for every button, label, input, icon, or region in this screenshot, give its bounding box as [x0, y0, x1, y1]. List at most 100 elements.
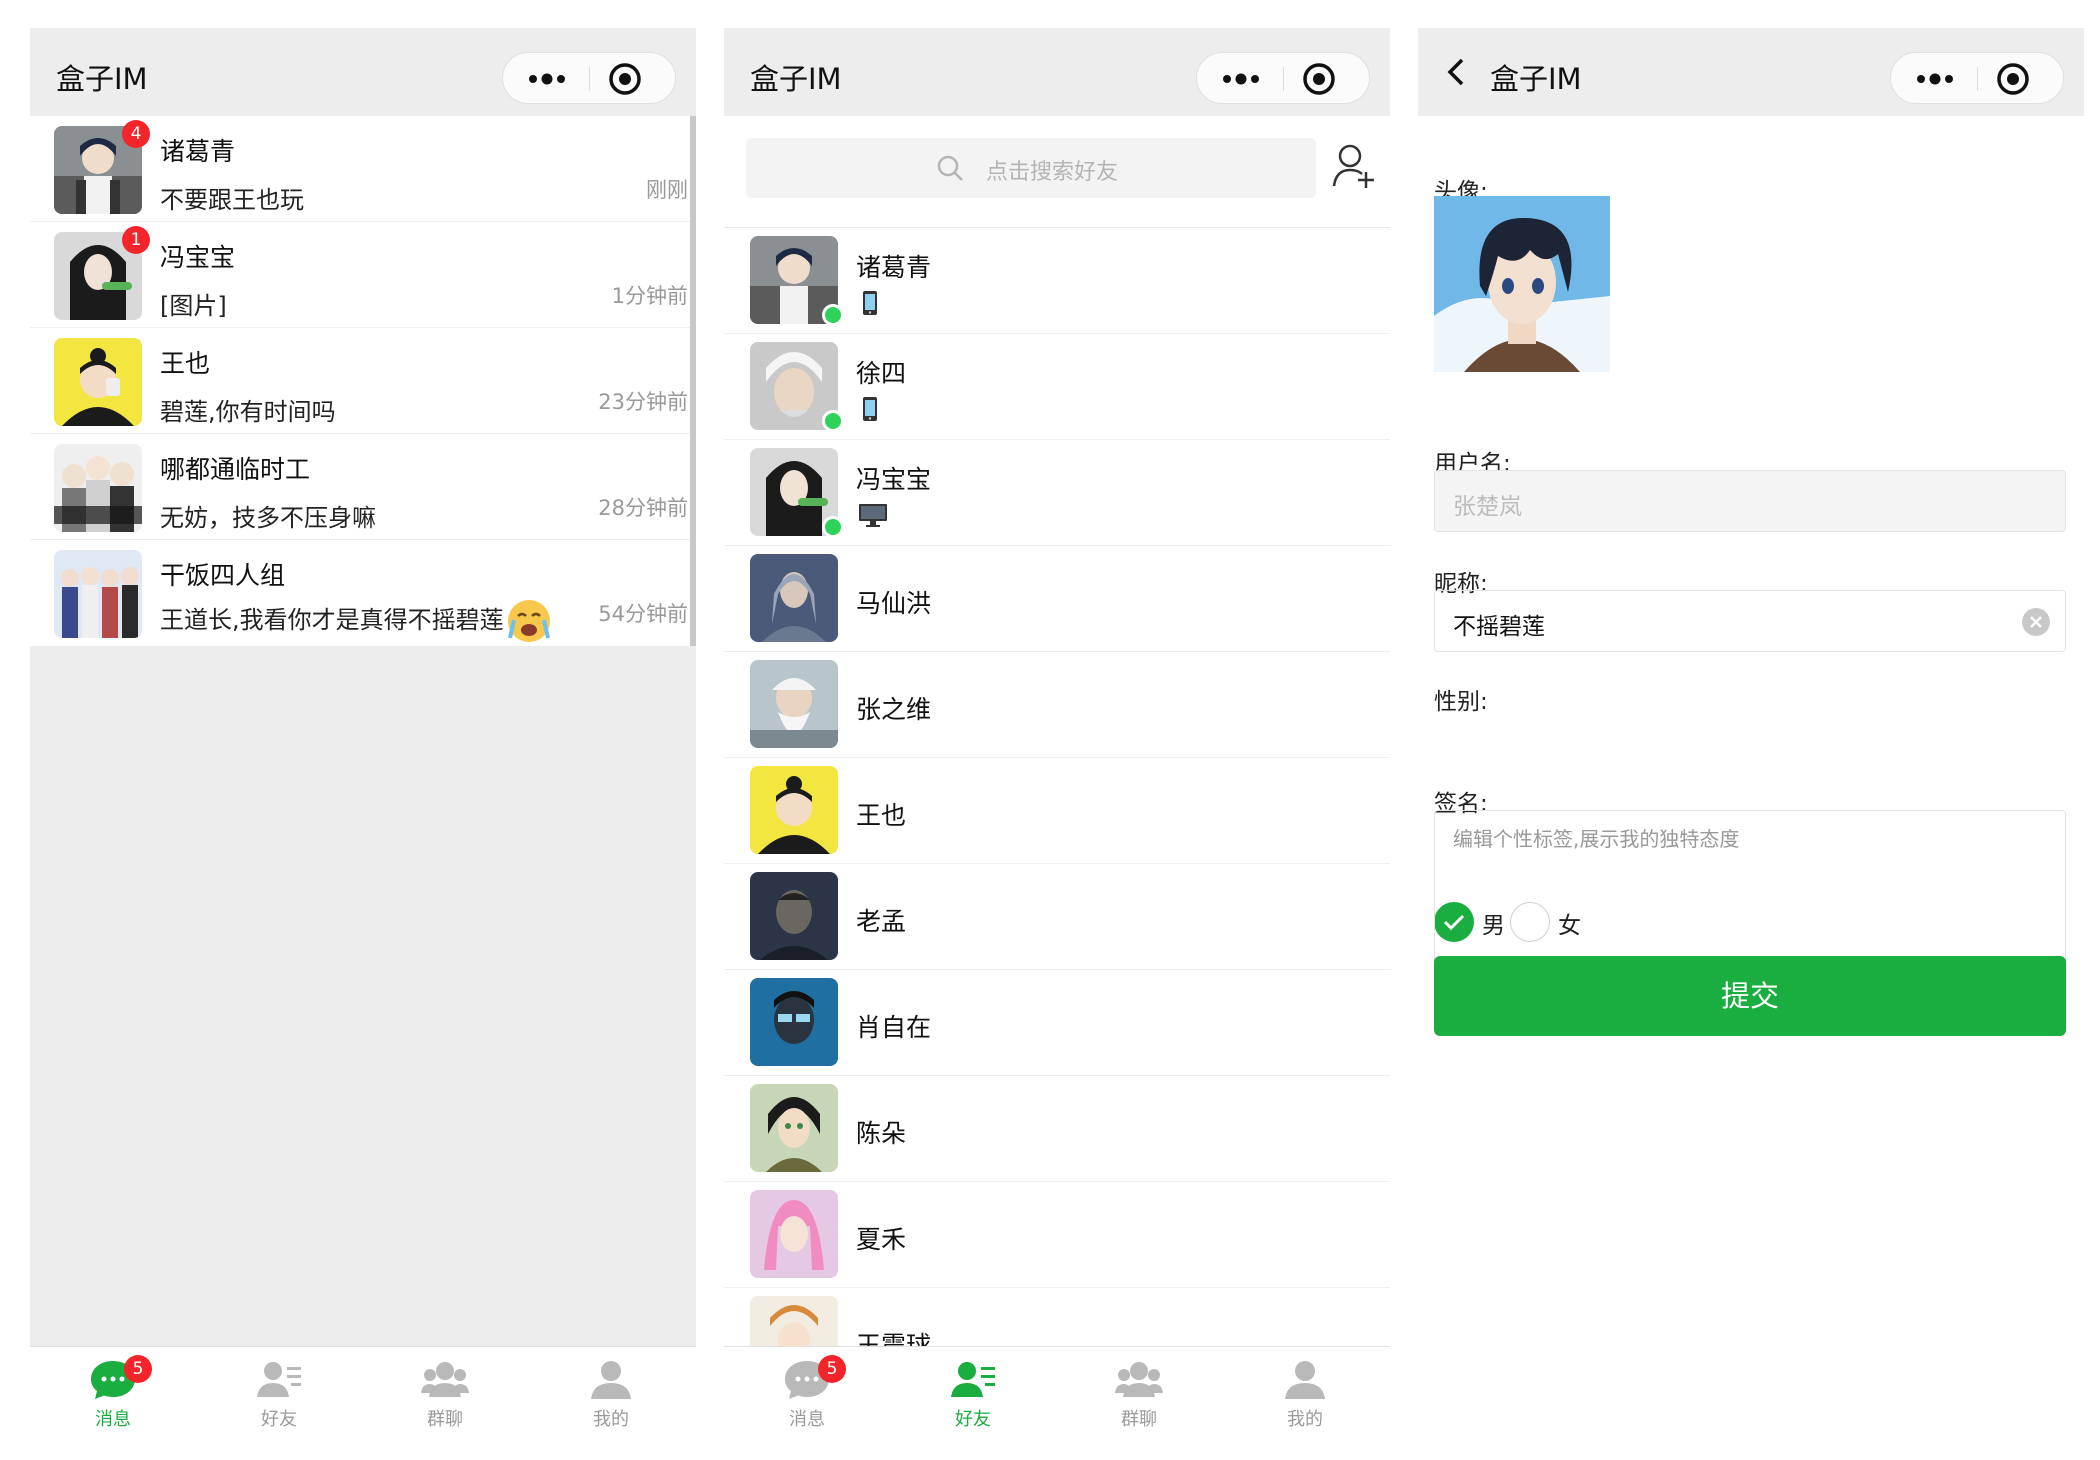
avatar	[750, 1190, 838, 1278]
friend-item[interactable]: 诸葛青	[724, 228, 1390, 334]
friend-item[interactable]: 王震球	[724, 1288, 1390, 1346]
search-placeholder: 点击搜索好友	[986, 160, 1119, 185]
chat-item[interactable]: 王也 碧莲,你有时间吗 23分钟前	[30, 328, 696, 434]
more-icon[interactable]	[1219, 63, 1263, 95]
friend-item[interactable]: 老孟	[724, 864, 1390, 970]
desktop-icon	[859, 504, 887, 527]
chat-time: 28分钟前	[598, 496, 688, 520]
tab-friends[interactable]: 好友	[196, 1357, 362, 1437]
capsule-divider	[589, 67, 590, 91]
submit-button[interactable]: 提交	[1434, 956, 2066, 1036]
close-miniprogram-icon[interactable]	[1995, 61, 2031, 97]
chat-time: 1分钟前	[611, 284, 688, 308]
chat-name: 哪都通临时工	[160, 455, 311, 484]
profile-edit-screen: 盒子IM 头像: 用户名: 张楚岚 昵称: 不摇碧莲 性别: 男 女 签名: 编…	[1418, 28, 2084, 1440]
scrollbar[interactable]	[690, 116, 696, 646]
capsule-divider	[1977, 67, 1978, 91]
online-indicator	[822, 410, 844, 432]
avatar	[750, 766, 838, 854]
friend-item[interactable]: 肖自在	[724, 970, 1390, 1076]
unread-badge: 4	[122, 120, 150, 148]
friend-name: 陈朵	[856, 1119, 907, 1148]
group-icon	[1115, 1362, 1163, 1397]
friend-item[interactable]: 徐四	[724, 334, 1390, 440]
friends-icon	[951, 1362, 995, 1397]
friend-name: 冯宝宝	[856, 465, 932, 494]
tab-label: 好友	[261, 1409, 297, 1430]
unread-total-badge: 5	[124, 1355, 152, 1383]
friend-name: 夏禾	[856, 1225, 907, 1254]
friend-item[interactable]: 王也	[724, 758, 1390, 864]
chat-time: 刚刚	[646, 178, 688, 202]
tab-bar: 消息 5 好友 群聊 我的	[30, 1346, 696, 1440]
search-icon	[937, 155, 963, 181]
search-zone: 点击搜索好友	[724, 116, 1390, 228]
profile-avatar[interactable]	[1434, 196, 1610, 372]
friend-name: 张之维	[856, 695, 932, 724]
app-title: 盒子IM	[750, 62, 842, 96]
crying-emoji-icon	[507, 600, 550, 642]
tab-friends[interactable]: 好友	[890, 1357, 1056, 1437]
tab-groups[interactable]: 群聊	[1056, 1357, 1222, 1437]
chat-name: 诸葛青	[160, 137, 236, 166]
avatar	[750, 554, 838, 642]
avatar	[750, 1296, 838, 1346]
friend-name: 肖自在	[856, 1013, 932, 1042]
avatar	[750, 660, 838, 748]
friend-name: 王也	[856, 801, 907, 830]
phone-icon	[863, 291, 877, 315]
navbar: 盒子IM	[724, 28, 1390, 116]
avatar	[54, 550, 142, 638]
chat-name: 冯宝宝	[160, 243, 236, 272]
tab-label: 消息	[789, 1409, 825, 1430]
friend-name: 马仙洪	[856, 589, 932, 618]
capsule-divider	[1283, 67, 1284, 91]
friend-item[interactable]: 张之维	[724, 652, 1390, 758]
username-field[interactable]: 张楚岚	[1434, 470, 2066, 532]
avatar	[750, 1084, 838, 1172]
friend-item[interactable]: 夏禾	[724, 1182, 1390, 1288]
chat-item[interactable]: 4 诸葛青 不要跟王也玩 刚刚	[30, 116, 696, 222]
tab-label: 群聊	[427, 1409, 463, 1430]
chat-name: 干饭四人组	[160, 561, 286, 590]
chat-item[interactable]: 哪都通临时工 无妨，技多不压身嘛 28分钟前	[30, 434, 696, 540]
online-indicator	[822, 516, 844, 538]
tab-me[interactable]: 我的	[528, 1357, 694, 1437]
tab-groups[interactable]: 群聊	[362, 1357, 528, 1437]
add-friend-icon[interactable]	[1332, 142, 1376, 190]
tab-me[interactable]: 我的	[1222, 1357, 1388, 1437]
signature-textarea[interactable]: 编辑个性标签,展示我的独特态度	[1434, 810, 2066, 968]
avatar	[750, 872, 838, 960]
friend-item[interactable]: 马仙洪	[724, 546, 1390, 652]
mini-program-capsule	[1890, 52, 2064, 104]
chat-last-message: 无妨，技多不压身嘛	[160, 504, 376, 532]
friend-item[interactable]: 陈朵	[724, 1076, 1390, 1182]
tab-label: 消息	[95, 1409, 131, 1430]
friend-name: 老孟	[856, 907, 907, 936]
close-miniprogram-icon[interactable]	[1301, 61, 1337, 97]
mini-program-capsule	[1196, 52, 1370, 104]
friends-screen: 盒子IM 点击搜索好友 诸葛青 徐四 冯宝宝 马仙洪 张之维 王也 老孟 肖自在…	[724, 28, 1390, 1440]
chat-item[interactable]: 1 冯宝宝 [图片] 1分钟前	[30, 222, 696, 328]
avatar	[750, 978, 838, 1066]
more-icon[interactable]	[525, 63, 569, 95]
chat-item[interactable]: 干饭四人组 王道长,我看你才是真得不摇碧莲 54分钟前	[30, 540, 696, 642]
chat-last-message: 王道长,我看你才是真得不摇碧莲	[160, 598, 552, 644]
profile-form: 头像: 用户名: 张楚岚 昵称: 不摇碧莲 性别: 男 女 签名: 编辑个性标签…	[1418, 116, 2084, 1440]
user-icon	[591, 1361, 631, 1399]
clear-icon[interactable]	[2021, 607, 2051, 637]
friend-search-input[interactable]: 点击搜索好友	[746, 138, 1316, 198]
tab-messages[interactable]: 消息 5	[724, 1355, 890, 1437]
back-icon[interactable]	[1438, 54, 1474, 90]
signature-placeholder: 编辑个性标签,展示我的独特态度	[1453, 827, 1740, 851]
close-miniprogram-icon[interactable]	[607, 61, 643, 97]
chat-time: 23分钟前	[598, 390, 688, 414]
navbar: 盒子IM	[1418, 28, 2084, 116]
friend-item[interactable]: 冯宝宝	[724, 440, 1390, 546]
more-icon[interactable]	[1913, 63, 1957, 95]
tab-bar: 消息 5 好友 群聊 我的	[724, 1346, 1390, 1440]
tab-messages[interactable]: 消息 5	[30, 1355, 196, 1437]
chat-last-message: 碧莲,你有时间吗	[160, 398, 336, 426]
nickname-field[interactable]: 不摇碧莲	[1434, 590, 2066, 652]
online-indicator	[822, 304, 844, 326]
